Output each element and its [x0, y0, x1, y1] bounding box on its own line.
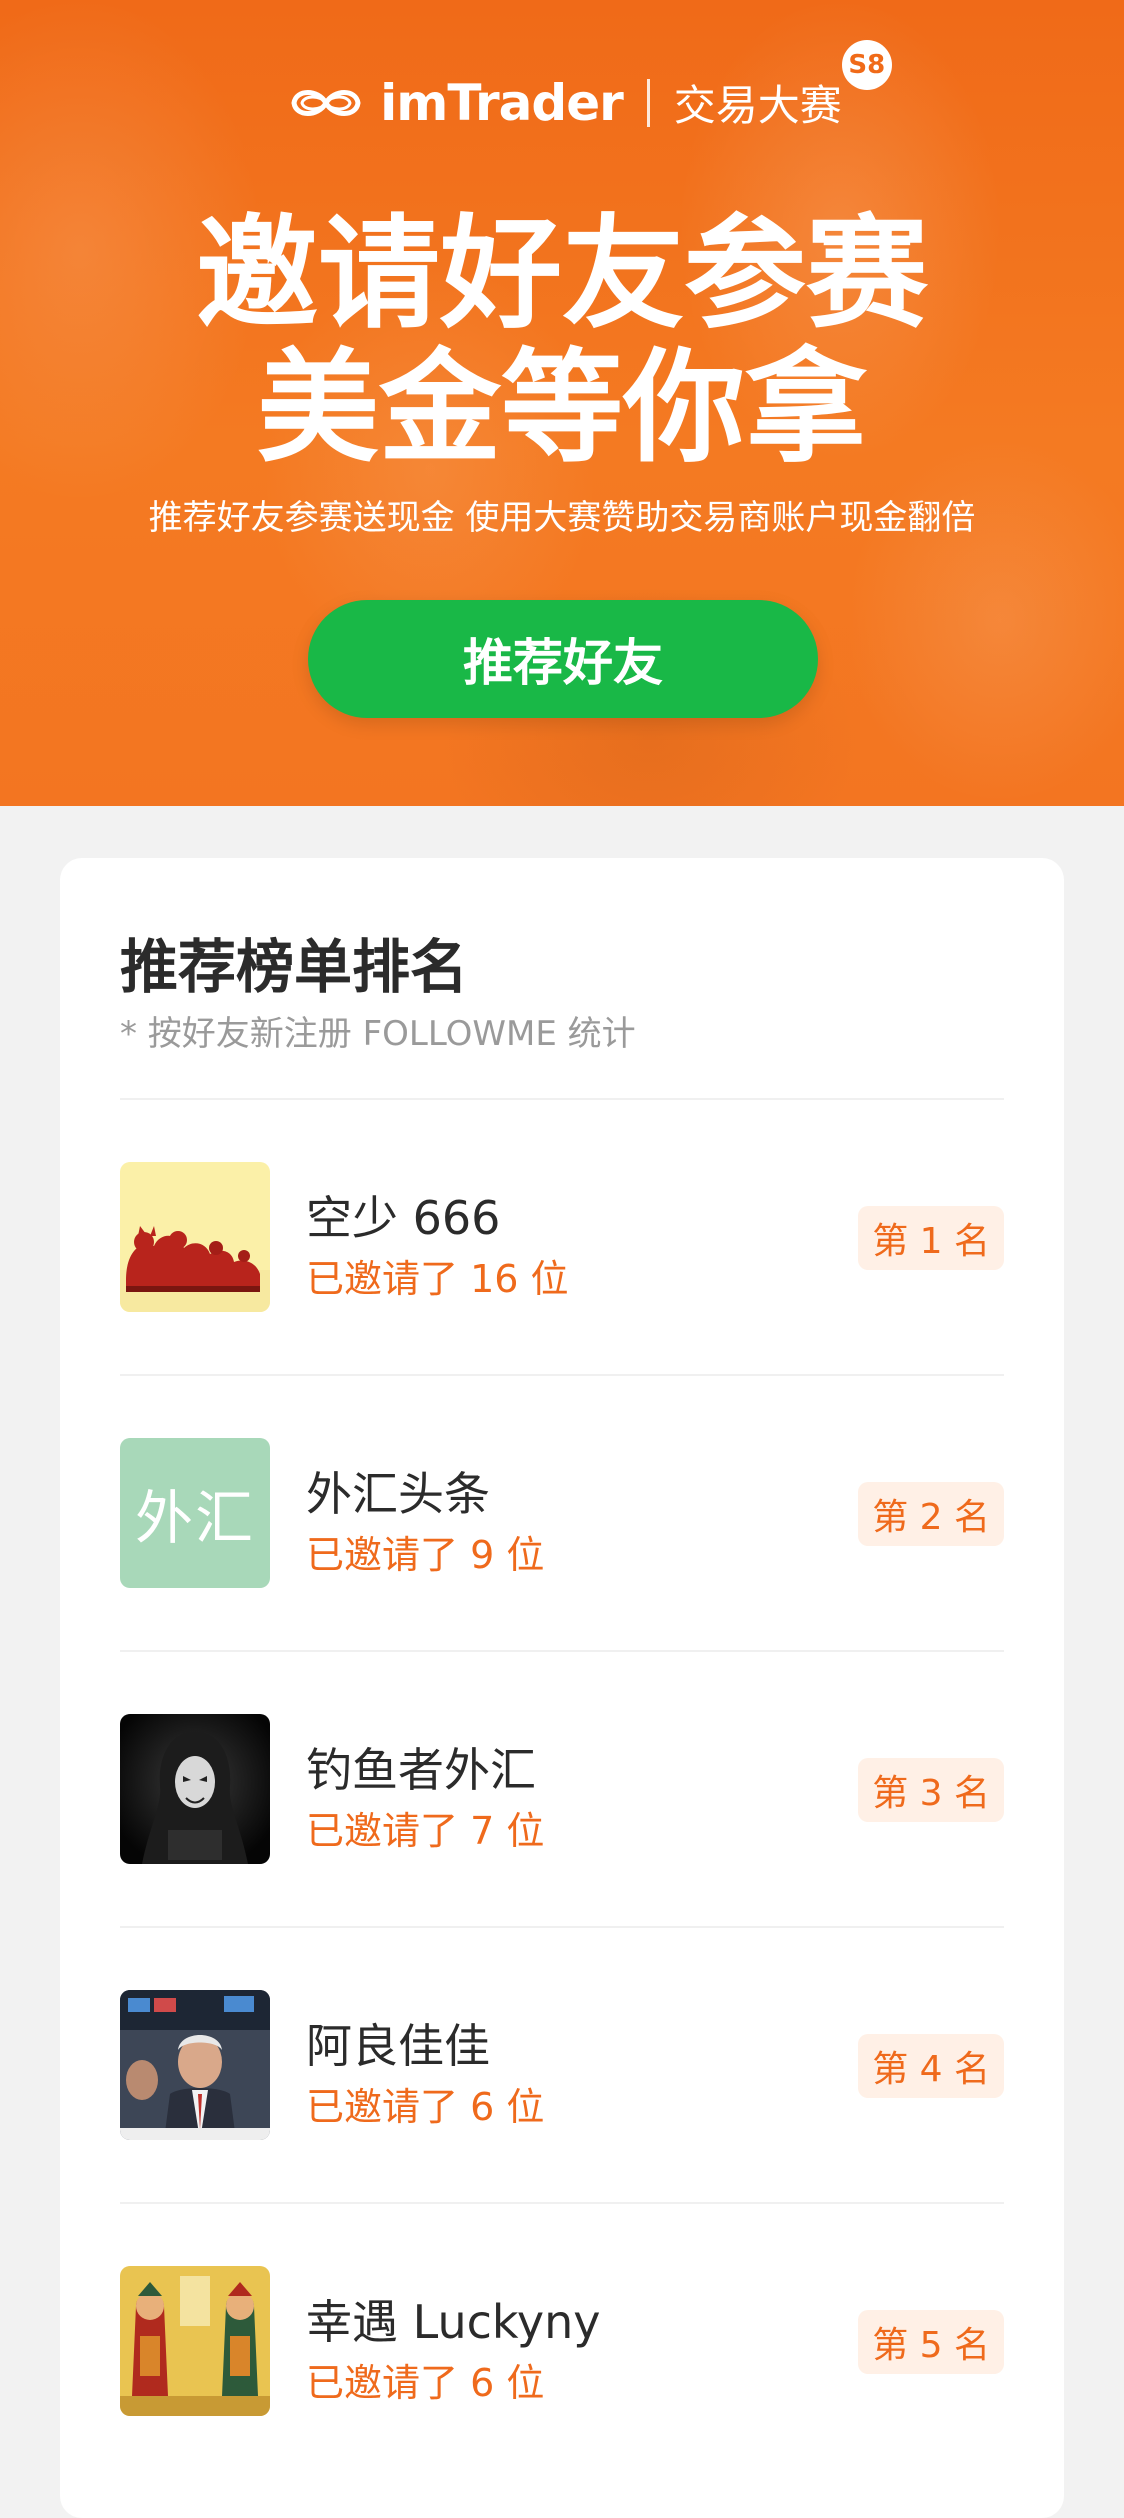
- entry-invite-count: 已邀请了 7 位: [306, 1809, 545, 1853]
- cartoon-cats-avatar: [120, 1162, 270, 1312]
- rank-badge: 第 1 名: [858, 1206, 1004, 1270]
- text-avatar: 外汇: [120, 1438, 270, 1588]
- entry-name: 外汇头条: [306, 1467, 490, 1521]
- entry-name: 钓鱼者外汇: [306, 1743, 536, 1797]
- door-gods-avatar: [120, 2266, 270, 2416]
- contest-label-text: 交易大赛: [673, 81, 842, 130]
- entry-invite-count: 已邀请了 6 位: [306, 2085, 545, 2129]
- leaderboard-row[interactable]: 外汇 外汇头条 已邀请了 9 位 第 2 名: [120, 1376, 1004, 1652]
- season-badge: S8: [841, 40, 892, 90]
- rank-badge: 第 4 名: [858, 2034, 1004, 2098]
- entry-invite-count: 已邀请了 9 位: [306, 1533, 545, 1577]
- headline-line-2: 美金等你拿: [257, 337, 867, 479]
- headline-line-1: 邀请好友参赛: [196, 203, 928, 345]
- recommend-friend-button[interactable]: 推荐好友: [308, 600, 818, 718]
- rank-badge: 第 2 名: [858, 1482, 1004, 1546]
- entry-name: 空少 666: [306, 1191, 501, 1245]
- leaderboard-row[interactable]: 钓鱼者外汇 已邀请了 7 位 第 3 名: [120, 1652, 1004, 1928]
- entry-name: 幸遇 Luckyny: [306, 2295, 601, 2349]
- leaderboard-title: 推荐榜单排名: [120, 933, 469, 1001]
- entry-invite-count: 已邀请了 16 位: [306, 1257, 569, 1301]
- hooded-figure-avatar: [120, 1714, 270, 1864]
- contest-label: 交易大赛 S8: [673, 40, 892, 133]
- rank-badge: 第 3 名: [858, 1758, 1004, 1822]
- avatar-text: 外汇: [134, 1484, 255, 1552]
- leaderboard-card: 推荐榜单排名 * 按好友新注册 FOLLOWME 统计 空少 666 已邀请了 …: [60, 858, 1064, 2518]
- brand-logo: imTrader 交易大赛 S8: [0, 40, 1124, 133]
- leaderboard-row[interactable]: 幸遇 Luckyny 已邀请了 6 位 第 5 名: [120, 2204, 1004, 2480]
- leaderboard-row[interactable]: 阿良佳佳 已邀请了 6 位 第 4 名: [120, 1928, 1004, 2204]
- logo-separator: [646, 78, 650, 127]
- entry-name: 阿良佳佳: [306, 2019, 490, 2073]
- leaderboard-row[interactable]: 空少 666 已邀请了 16 位 第 1 名: [120, 1100, 1004, 1376]
- brand-name: imTrader: [380, 73, 624, 132]
- trading-floor-photo-avatar: [120, 1990, 270, 2140]
- rank-badge: 第 5 名: [858, 2310, 1004, 2374]
- hero-banner: imTrader 交易大赛 S8 邀请好友参赛 美金等你拿 推荐好友参赛送现金 …: [0, 0, 1124, 806]
- infinity-logo-icon: [291, 89, 361, 116]
- entry-invite-count: 已邀请了 6 位: [306, 2361, 545, 2405]
- hero-subheadline: 推荐好友参赛送现金 使用大赛赞助交易商账户现金翻倍: [148, 498, 976, 538]
- leaderboard-note: * 按好友新注册 FOLLOWME 统计: [120, 1014, 636, 1054]
